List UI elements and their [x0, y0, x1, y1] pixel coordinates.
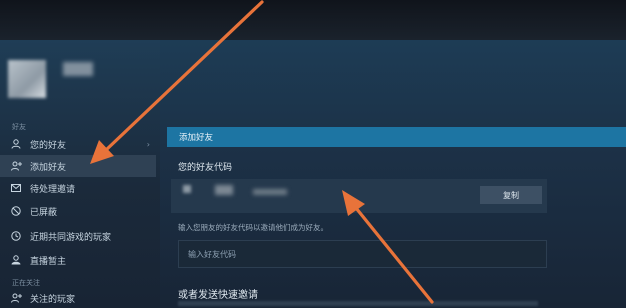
friend-code-blurred: [215, 185, 233, 195]
friend-code-input[interactable]: [178, 240, 547, 268]
person-icon: [10, 138, 22, 150]
mail-icon: [10, 182, 22, 194]
broadcast-icon: [10, 254, 22, 266]
sidebar-item-label: 添加好友: [30, 162, 67, 173]
quick-invite-title: 或者发送快速邀请: [178, 290, 258, 301]
sidebar-item-label: 待处理邀请: [30, 184, 76, 195]
sidebar-item-blocked[interactable]: 已屏蔽: [0, 200, 156, 222]
sidebar-item-label: 关注的玩家: [30, 294, 76, 305]
sidebar-item-pending-invites[interactable]: 待处理邀请: [0, 177, 156, 199]
top-bar: [0, 0, 626, 40]
chevron-right-icon: ›: [146, 139, 150, 149]
block-icon: [10, 205, 22, 217]
sidebar-item-broadcasters[interactable]: 直播暂主: [0, 249, 156, 271]
quick-invite-description-blurred: [178, 301, 538, 306]
sidebar-item-label: 您的好友: [30, 140, 67, 151]
sidebar-item-add-friend[interactable]: 添加好友: [0, 155, 156, 177]
sidebar-item-label: 近期共同游戏的玩家: [30, 232, 112, 243]
sidebar-item-label: 已屏蔽: [30, 207, 58, 218]
add-person-icon: [10, 160, 22, 172]
section-label-friends: 好友: [12, 123, 26, 131]
friend-code-blurred: [183, 185, 191, 193]
copy-button[interactable]: 复制: [480, 186, 542, 204]
person-follow-icon: [10, 292, 22, 304]
avatar[interactable]: [8, 60, 46, 98]
add-friend-header: 添加好友: [167, 127, 626, 147]
friend-code-hint: 输入您朋友的好友代码以邀请他们成为好友。: [178, 223, 328, 232]
sidebar-item-your-friends[interactable]: 您的好友 ›: [0, 133, 156, 155]
sidebar-item-followed-players[interactable]: 关注的玩家: [0, 288, 156, 308]
sidebar-item-label: 直播暂主: [30, 256, 67, 267]
clock-icon: [10, 230, 22, 242]
sidebar-item-recent-players[interactable]: 近期共同游戏的玩家: [0, 225, 156, 247]
section-label-following: 正在关注: [12, 279, 40, 287]
friend-code-label: 您的好友代码: [178, 163, 233, 173]
username-blurred: [63, 62, 93, 76]
friend-code-blurred: [253, 189, 287, 195]
page-title: 添加好友: [179, 133, 214, 143]
